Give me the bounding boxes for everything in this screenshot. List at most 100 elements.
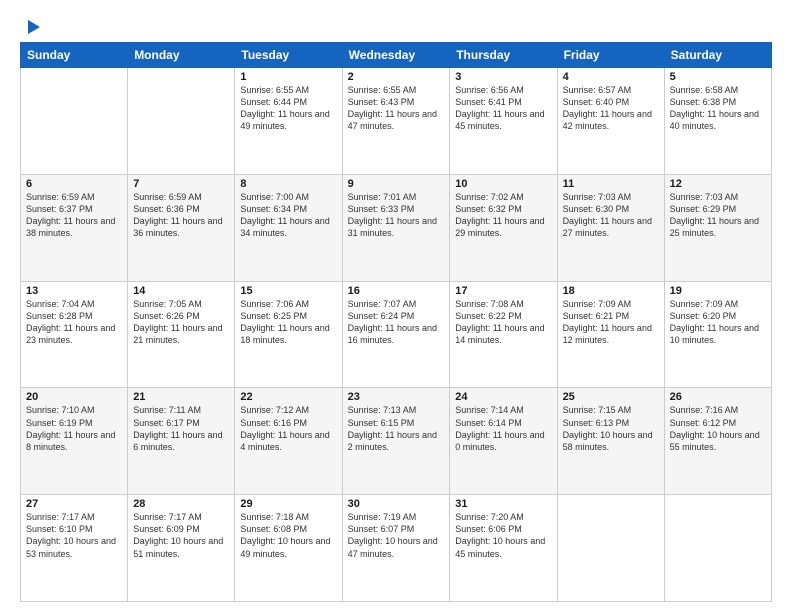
day-number: 14 (133, 285, 229, 297)
day-number: 15 (240, 285, 336, 297)
calendar-cell: 20Sunrise: 7:10 AMSunset: 6:19 PMDayligh… (21, 388, 128, 495)
calendar-cell (128, 68, 235, 175)
day-info: Sunrise: 7:20 AMSunset: 6:06 PMDaylight:… (455, 511, 551, 560)
day-info: Sunrise: 7:11 AMSunset: 6:17 PMDaylight:… (133, 404, 229, 453)
calendar-week-row: 20Sunrise: 7:10 AMSunset: 6:19 PMDayligh… (21, 388, 772, 495)
day-number: 4 (563, 71, 659, 83)
logo-icon (22, 16, 44, 38)
day-info: Sunrise: 7:05 AMSunset: 6:26 PMDaylight:… (133, 298, 229, 347)
calendar-cell: 11Sunrise: 7:03 AMSunset: 6:30 PMDayligh… (557, 174, 664, 281)
day-number: 20 (26, 391, 122, 403)
calendar-cell: 22Sunrise: 7:12 AMSunset: 6:16 PMDayligh… (235, 388, 342, 495)
day-number: 26 (670, 391, 766, 403)
calendar-cell: 3Sunrise: 6:56 AMSunset: 6:41 PMDaylight… (450, 68, 557, 175)
calendar-week-row: 27Sunrise: 7:17 AMSunset: 6:10 PMDayligh… (21, 495, 772, 602)
day-info: Sunrise: 7:14 AMSunset: 6:14 PMDaylight:… (455, 404, 551, 453)
logo (20, 16, 44, 34)
day-number: 21 (133, 391, 229, 403)
day-info: Sunrise: 6:57 AMSunset: 6:40 PMDaylight:… (563, 84, 659, 133)
day-number: 23 (348, 391, 445, 403)
day-number: 30 (348, 498, 445, 510)
calendar-cell: 10Sunrise: 7:02 AMSunset: 6:32 PMDayligh… (450, 174, 557, 281)
day-number: 1 (240, 71, 336, 83)
calendar-cell: 26Sunrise: 7:16 AMSunset: 6:12 PMDayligh… (664, 388, 771, 495)
day-info: Sunrise: 7:09 AMSunset: 6:20 PMDaylight:… (670, 298, 766, 347)
day-of-week-header: Monday (128, 43, 235, 68)
day-info: Sunrise: 7:03 AMSunset: 6:29 PMDaylight:… (670, 191, 766, 240)
day-info: Sunrise: 7:10 AMSunset: 6:19 PMDaylight:… (26, 404, 122, 453)
day-info: Sunrise: 7:02 AMSunset: 6:32 PMDaylight:… (455, 191, 551, 240)
calendar-week-row: 6Sunrise: 6:59 AMSunset: 6:37 PMDaylight… (21, 174, 772, 281)
day-number: 12 (670, 178, 766, 190)
day-of-week-header: Friday (557, 43, 664, 68)
calendar-cell: 14Sunrise: 7:05 AMSunset: 6:26 PMDayligh… (128, 281, 235, 388)
calendar-cell: 16Sunrise: 7:07 AMSunset: 6:24 PMDayligh… (342, 281, 450, 388)
calendar-cell: 25Sunrise: 7:15 AMSunset: 6:13 PMDayligh… (557, 388, 664, 495)
calendar-cell: 23Sunrise: 7:13 AMSunset: 6:15 PMDayligh… (342, 388, 450, 495)
day-number: 3 (455, 71, 551, 83)
calendar-cell: 4Sunrise: 6:57 AMSunset: 6:40 PMDaylight… (557, 68, 664, 175)
calendar-cell: 7Sunrise: 6:59 AMSunset: 6:36 PMDaylight… (128, 174, 235, 281)
day-of-week-header: Tuesday (235, 43, 342, 68)
day-info: Sunrise: 7:17 AMSunset: 6:10 PMDaylight:… (26, 511, 122, 560)
day-number: 19 (670, 285, 766, 297)
day-of-week-header: Sunday (21, 43, 128, 68)
calendar-cell: 8Sunrise: 7:00 AMSunset: 6:34 PMDaylight… (235, 174, 342, 281)
calendar-cell: 9Sunrise: 7:01 AMSunset: 6:33 PMDaylight… (342, 174, 450, 281)
calendar-cell: 1Sunrise: 6:55 AMSunset: 6:44 PMDaylight… (235, 68, 342, 175)
calendar-header-row: SundayMondayTuesdayWednesdayThursdayFrid… (21, 43, 772, 68)
day-info: Sunrise: 7:18 AMSunset: 6:08 PMDaylight:… (240, 511, 336, 560)
day-info: Sunrise: 6:55 AMSunset: 6:44 PMDaylight:… (240, 84, 336, 133)
calendar-cell: 15Sunrise: 7:06 AMSunset: 6:25 PMDayligh… (235, 281, 342, 388)
day-info: Sunrise: 6:58 AMSunset: 6:38 PMDaylight:… (670, 84, 766, 133)
day-info: Sunrise: 6:59 AMSunset: 6:36 PMDaylight:… (133, 191, 229, 240)
day-info: Sunrise: 6:56 AMSunset: 6:41 PMDaylight:… (455, 84, 551, 133)
day-number: 25 (563, 391, 659, 403)
calendar-week-row: 13Sunrise: 7:04 AMSunset: 6:28 PMDayligh… (21, 281, 772, 388)
day-of-week-header: Thursday (450, 43, 557, 68)
calendar-cell: 27Sunrise: 7:17 AMSunset: 6:10 PMDayligh… (21, 495, 128, 602)
day-number: 11 (563, 178, 659, 190)
day-number: 8 (240, 178, 336, 190)
day-number: 29 (240, 498, 336, 510)
day-number: 5 (670, 71, 766, 83)
calendar-cell: 12Sunrise: 7:03 AMSunset: 6:29 PMDayligh… (664, 174, 771, 281)
day-number: 13 (26, 285, 122, 297)
day-info: Sunrise: 7:03 AMSunset: 6:30 PMDaylight:… (563, 191, 659, 240)
day-info: Sunrise: 7:00 AMSunset: 6:34 PMDaylight:… (240, 191, 336, 240)
day-info: Sunrise: 7:01 AMSunset: 6:33 PMDaylight:… (348, 191, 445, 240)
day-info: Sunrise: 7:12 AMSunset: 6:16 PMDaylight:… (240, 404, 336, 453)
day-of-week-header: Saturday (664, 43, 771, 68)
calendar-cell: 6Sunrise: 6:59 AMSunset: 6:37 PMDaylight… (21, 174, 128, 281)
day-number: 6 (26, 178, 122, 190)
day-info: Sunrise: 7:08 AMSunset: 6:22 PMDaylight:… (455, 298, 551, 347)
day-number: 27 (26, 498, 122, 510)
day-info: Sunrise: 7:19 AMSunset: 6:07 PMDaylight:… (348, 511, 445, 560)
day-number: 10 (455, 178, 551, 190)
calendar-cell: 2Sunrise: 6:55 AMSunset: 6:43 PMDaylight… (342, 68, 450, 175)
calendar-week-row: 1Sunrise: 6:55 AMSunset: 6:44 PMDaylight… (21, 68, 772, 175)
day-number: 2 (348, 71, 445, 83)
day-info: Sunrise: 7:17 AMSunset: 6:09 PMDaylight:… (133, 511, 229, 560)
day-number: 7 (133, 178, 229, 190)
day-info: Sunrise: 7:16 AMSunset: 6:12 PMDaylight:… (670, 404, 766, 453)
calendar-cell (664, 495, 771, 602)
calendar-cell: 21Sunrise: 7:11 AMSunset: 6:17 PMDayligh… (128, 388, 235, 495)
day-number: 16 (348, 285, 445, 297)
day-info: Sunrise: 7:04 AMSunset: 6:28 PMDaylight:… (26, 298, 122, 347)
calendar-cell: 5Sunrise: 6:58 AMSunset: 6:38 PMDaylight… (664, 68, 771, 175)
day-info: Sunrise: 6:55 AMSunset: 6:43 PMDaylight:… (348, 84, 445, 133)
day-number: 22 (240, 391, 336, 403)
day-number: 24 (455, 391, 551, 403)
calendar-cell: 13Sunrise: 7:04 AMSunset: 6:28 PMDayligh… (21, 281, 128, 388)
calendar-cell: 31Sunrise: 7:20 AMSunset: 6:06 PMDayligh… (450, 495, 557, 602)
day-number: 31 (455, 498, 551, 510)
day-number: 18 (563, 285, 659, 297)
day-info: Sunrise: 7:13 AMSunset: 6:15 PMDaylight:… (348, 404, 445, 453)
day-info: Sunrise: 6:59 AMSunset: 6:37 PMDaylight:… (26, 191, 122, 240)
day-number: 17 (455, 285, 551, 297)
day-info: Sunrise: 7:07 AMSunset: 6:24 PMDaylight:… (348, 298, 445, 347)
calendar-cell: 19Sunrise: 7:09 AMSunset: 6:20 PMDayligh… (664, 281, 771, 388)
calendar-cell: 30Sunrise: 7:19 AMSunset: 6:07 PMDayligh… (342, 495, 450, 602)
calendar-table: SundayMondayTuesdayWednesdayThursdayFrid… (20, 42, 772, 602)
